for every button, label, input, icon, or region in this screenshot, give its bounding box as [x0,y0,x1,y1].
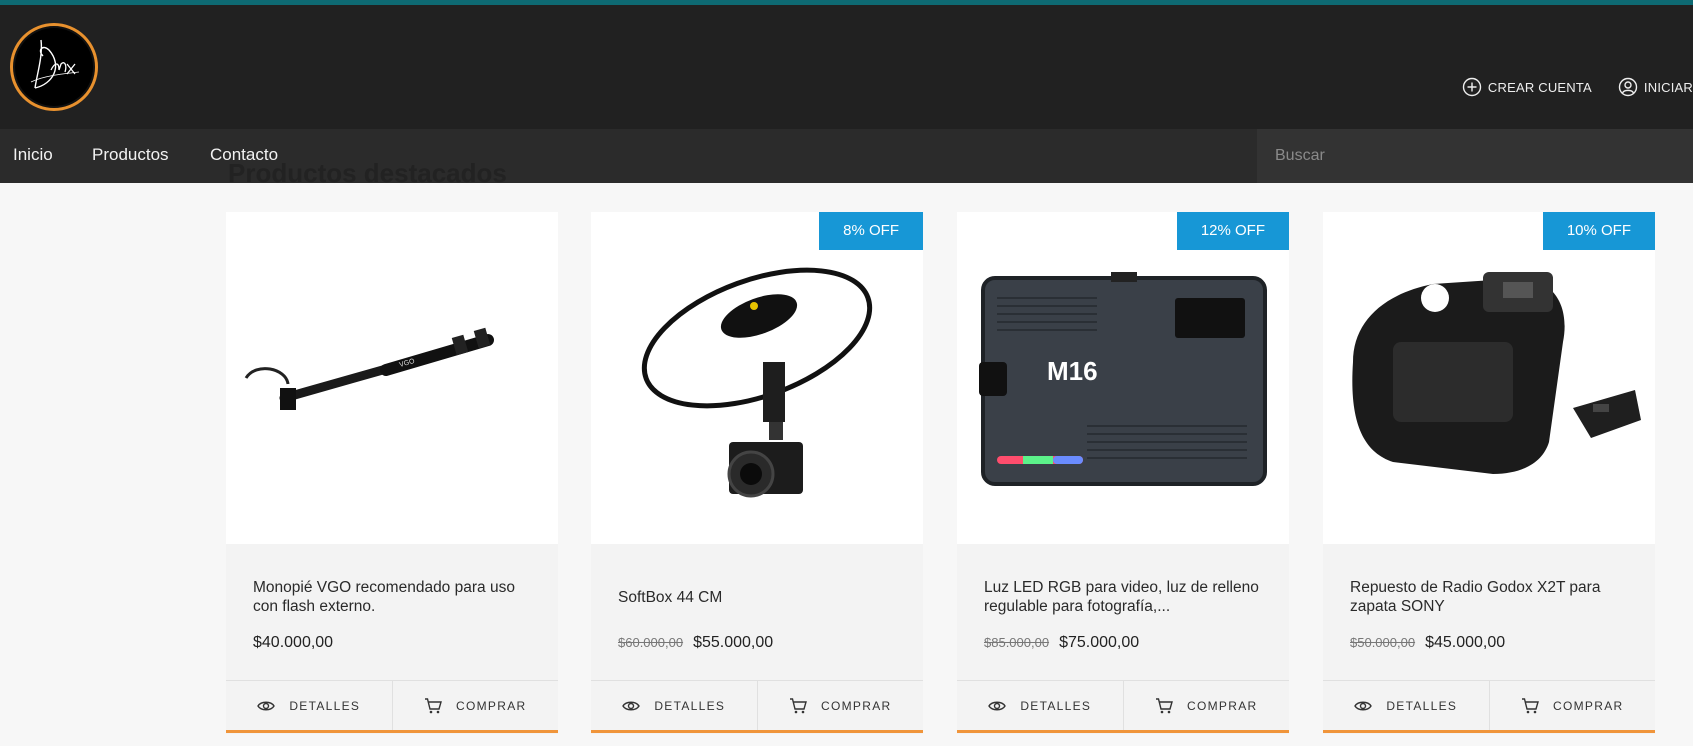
product-price: $75.000,00 [1059,634,1140,651]
radio-trigger-part-image-icon [1352,272,1641,474]
user-circle-icon [1618,77,1638,97]
card-accent-bar [226,730,558,733]
eye-icon [988,701,1007,710]
plus-circle-icon [1462,77,1482,97]
product-image[interactable]: 10% OFF [1323,212,1655,544]
product-old-price: $85.000,00 [984,635,1050,650]
buy-button[interactable]: COMPRAR [391,681,559,730]
product-title[interactable]: Monopié VGO recomendado para uso con fla… [253,578,537,616]
product-actions: DETALLES COMPRAR [957,680,1289,730]
nav-item-productos[interactable]: Productos [92,145,169,165]
buy-button[interactable]: COMPRAR [1488,681,1656,730]
product-prices: $50.000,00 $45.000,00 [1350,634,1505,652]
details-label: DETALLES [1386,698,1458,713]
product-old-price: $50.000,00 [1350,635,1416,650]
login-link[interactable]: INICIAR [1618,77,1693,97]
details-label: DETALLES [289,698,361,713]
buy-button[interactable]: COMPRAR [1122,681,1290,730]
logo-signature-icon [30,39,80,89]
eye-icon [257,701,276,710]
product-image[interactable]: 12% OFF M16 [957,212,1289,544]
card-accent-bar [1323,730,1655,733]
product-price: $55.000,00 [693,634,774,651]
product-image[interactable]: 8% OFF [591,212,923,544]
details-button[interactable]: DETALLES [1323,681,1489,730]
softbox-image-icon [641,267,873,498]
buy-label: COMPRAR [1187,698,1258,713]
site-header: CREAR CUENTA INICIAR [0,5,1693,129]
product-actions: DETALLES COMPRAR [591,680,923,730]
discount-badge: 12% OFF [1176,212,1289,250]
create-account-label: CREAR CUENTA [1487,79,1592,95]
product-card: 12% OFF M16 Luz LED RGB para video, luz … [957,212,1289,734]
product-image[interactable]: VGO [226,212,558,544]
product-title[interactable]: Luz LED RGB para video, luz de relleno r… [984,578,1268,616]
monopod-image-icon: VGO [244,327,494,410]
eye-icon [622,701,641,710]
buy-label: COMPRAR [1553,698,1624,713]
cart-icon [790,697,807,713]
led-panel-image-icon: M16 [979,272,1267,486]
cart-icon [1156,697,1173,713]
account-links: CREAR CUENTA INICIAR [1462,77,1693,97]
product-price: $45.000,00 [1425,634,1506,651]
product-actions: DETALLES COMPRAR [226,680,558,730]
details-button[interactable]: DETALLES [226,681,392,730]
eye-icon [1354,701,1373,710]
card-accent-bar [957,730,1289,733]
cart-icon [1522,697,1539,713]
product-prices: $85.000,00 $75.000,00 [984,634,1139,652]
product-title[interactable]: Repuesto de Radio Godox X2T para zapata … [1350,578,1634,616]
discount-badge: 10% OFF [1542,212,1655,250]
buy-button[interactable]: COMPRAR [756,681,924,730]
product-card: 10% OFF Repuesto de Radio Godox X2T para… [1323,212,1655,734]
card-accent-bar [591,730,923,733]
buy-label: COMPRAR [821,698,892,713]
discount-badge: 8% OFF [819,212,923,250]
product-price: $40.000,00 [253,634,334,651]
nav-item-inicio[interactable]: Inicio [13,145,53,165]
details-button[interactable]: DETALLES [957,681,1123,730]
product-card: 8% OFF SoftBox 44 CM $60.000,00 $55.000,… [591,212,923,734]
product-title[interactable]: SoftBox 44 CM [618,578,902,616]
brand-logo[interactable] [10,23,98,111]
details-label: DETALLES [654,698,726,713]
create-account-link[interactable]: CREAR CUENTA [1462,77,1592,97]
cart-icon [425,697,442,713]
section-title: Productos destacados [228,158,507,188]
product-card: VGO Monopié VGO recomendado para uso con… [226,212,558,734]
search-input[interactable] [1257,129,1693,183]
details-button[interactable]: DETALLES [591,681,757,730]
product-prices: $40.000,00 [253,634,333,652]
product-actions: DETALLES COMPRAR [1323,680,1655,730]
login-label: INICIAR [1643,79,1693,95]
buy-label: COMPRAR [456,698,527,713]
product-old-price: $60.000,00 [618,635,684,650]
led-model-text: M16 [1047,356,1098,386]
details-label: DETALLES [1020,698,1092,713]
product-prices: $60.000,00 $55.000,00 [618,634,773,652]
